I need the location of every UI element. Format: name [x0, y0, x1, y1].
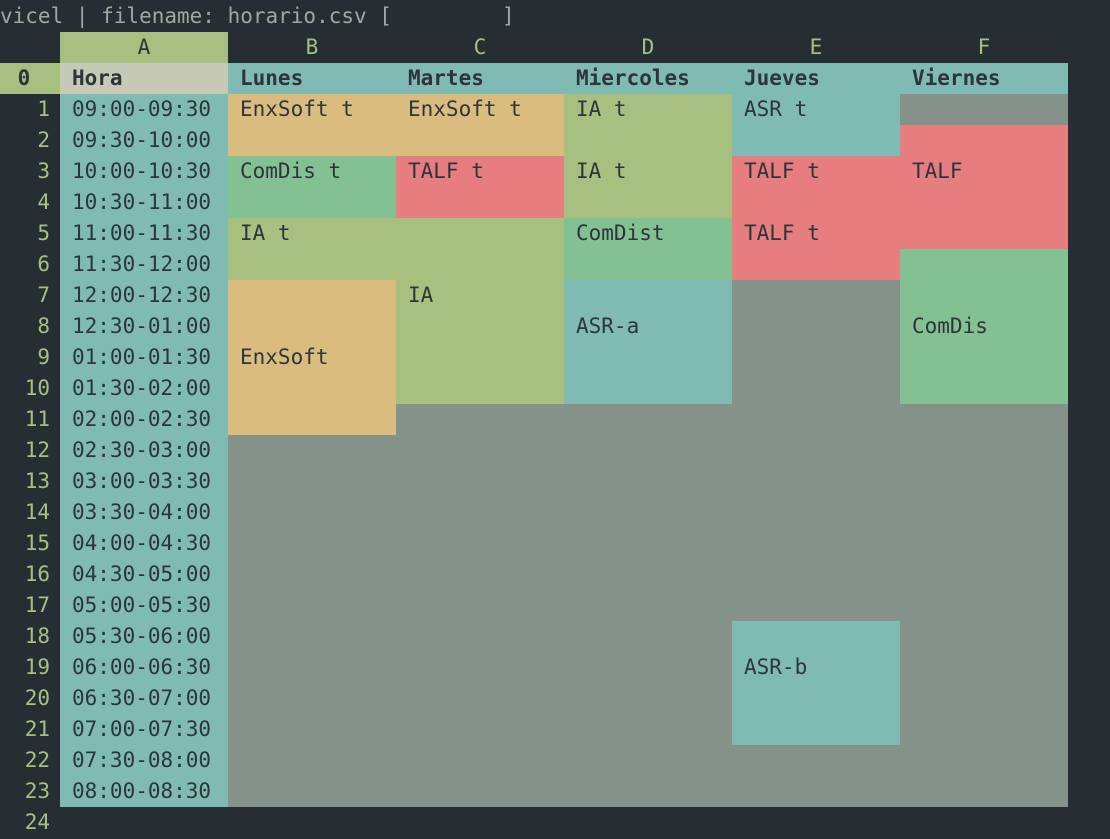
cell-c0[interactable]: Martes — [396, 63, 564, 94]
hour-cell[interactable]: 02:00-02:30 — [60, 404, 228, 435]
column-header-a[interactable]: A — [60, 32, 228, 63]
cell-d0[interactable]: Miercoles — [564, 63, 732, 94]
row-header-6[interactable]: 6 — [0, 249, 50, 280]
hour-cell[interactable]: 09:00-09:30 — [60, 94, 228, 125]
row-header-10[interactable]: 10 — [0, 373, 50, 404]
row-header-24[interactable]: 24 — [0, 807, 50, 838]
row-header-18[interactable]: 18 — [0, 621, 50, 652]
status-bar: vicel | filename: horario.csv [] — [0, 0, 515, 32]
hour-cell[interactable]: 01:30-02:00 — [60, 373, 228, 404]
cell-e19[interactable]: ASR-b — [732, 652, 900, 683]
row-header-5[interactable]: 5 — [0, 218, 50, 249]
hour-cell[interactable]: 11:30-12:00 — [60, 249, 228, 280]
cell-f0[interactable]: Viernes — [900, 63, 1068, 94]
row-header-11[interactable]: 11 — [0, 404, 50, 435]
cell-d3[interactable]: IA t — [564, 156, 732, 187]
cell-d5[interactable]: ComDist — [564, 218, 732, 249]
row-header-22[interactable]: 22 — [0, 745, 50, 776]
row-header-7[interactable]: 7 — [0, 280, 50, 311]
column-header-e[interactable]: E — [732, 32, 900, 63]
hour-cell[interactable]: 11:00-11:30 — [60, 218, 228, 249]
row-header-14[interactable]: 14 — [0, 497, 50, 528]
column-header-d[interactable]: D — [564, 32, 732, 63]
status-prefix: vicel | filename: horario.csv [ — [0, 4, 392, 28]
cell-a0-selected[interactable]: Hora — [60, 63, 228, 94]
hour-cell[interactable]: 05:30-06:00 — [60, 621, 228, 652]
cell-e0[interactable]: Jueves — [732, 63, 900, 94]
row-header-0[interactable]: 0 — [0, 63, 60, 94]
hour-cell[interactable]: 07:30-08:00 — [60, 745, 228, 776]
cell-d8[interactable]: ASR-a — [564, 311, 732, 342]
cell-b1[interactable]: EnxSoft t — [228, 94, 396, 125]
hour-cell[interactable]: 07:00-07:30 — [60, 714, 228, 745]
row-header-20[interactable]: 20 — [0, 683, 50, 714]
hour-cell[interactable]: 04:00-04:30 — [60, 528, 228, 559]
block-talf-fri[interactable] — [900, 125, 1068, 249]
cell-b0[interactable]: Lunes — [228, 63, 396, 94]
row-header-15[interactable]: 15 — [0, 528, 50, 559]
cell-e3[interactable]: TALF t — [732, 156, 900, 187]
column-header-b[interactable]: B — [228, 32, 396, 63]
row-header-12[interactable]: 12 — [0, 435, 50, 466]
column-header-c[interactable]: C — [396, 32, 564, 63]
hour-cell[interactable]: 01:00-01:30 — [60, 342, 228, 373]
cell-c3[interactable]: TALF t — [396, 156, 564, 187]
hour-cell[interactable]: 10:00-10:30 — [60, 156, 228, 187]
cell-d1[interactable]: IA t — [564, 94, 732, 125]
cell-f3[interactable]: TALF — [900, 156, 1068, 187]
cell-e1[interactable]: ASR t — [732, 94, 900, 125]
hour-cell[interactable]: 02:30-03:00 — [60, 435, 228, 466]
hour-cell[interactable]: 03:30-04:00 — [60, 497, 228, 528]
row-header-21[interactable]: 21 — [0, 714, 50, 745]
hour-cell[interactable]: 09:30-10:00 — [60, 125, 228, 156]
row-header-9[interactable]: 9 — [0, 342, 50, 373]
row-header-16[interactable]: 16 — [0, 559, 50, 590]
row-header-2[interactable]: 2 — [0, 125, 50, 156]
row-header-17[interactable]: 17 — [0, 590, 50, 621]
hour-cell[interactable]: 06:30-07:00 — [60, 683, 228, 714]
cell-c7[interactable]: IA — [396, 280, 564, 311]
row-header-1[interactable]: 1 — [0, 94, 50, 125]
row-header-23[interactable]: 23 — [0, 776, 50, 807]
row-header-8[interactable]: 8 — [0, 311, 50, 342]
cell-e5[interactable]: TALF t — [732, 218, 900, 249]
column-header-f[interactable]: F — [900, 32, 1068, 63]
hour-cell[interactable]: 12:30-01:00 — [60, 311, 228, 342]
row-header-19[interactable]: 19 — [0, 652, 50, 683]
hour-cell[interactable]: 12:00-12:30 — [60, 280, 228, 311]
hour-cell[interactable]: 04:30-05:00 — [60, 559, 228, 590]
block-asr-b-thu[interactable] — [732, 621, 900, 745]
cell-f8[interactable]: ComDis — [900, 311, 1068, 342]
row-header-13[interactable]: 13 — [0, 466, 50, 497]
hour-cell[interactable]: 03:00-03:30 — [60, 466, 228, 497]
hour-cell[interactable]: 08:00-08:30 — [60, 776, 228, 807]
cell-b3[interactable]: ComDis t — [228, 156, 396, 187]
hour-cell[interactable]: 10:30-11:00 — [60, 187, 228, 218]
hour-cell[interactable]: 05:00-05:30 — [60, 590, 228, 621]
row-header-4[interactable]: 4 — [0, 187, 50, 218]
cell-c1[interactable]: EnxSoft t — [396, 94, 564, 125]
row-header-3[interactable]: 3 — [0, 156, 50, 187]
cell-b9[interactable]: EnxSoft — [228, 342, 396, 373]
block-asr-a-wed[interactable] — [564, 280, 732, 404]
cell-b5[interactable]: IA t — [228, 218, 396, 249]
status-suffix: ] — [501, 4, 515, 28]
hour-cell[interactable]: 06:00-06:30 — [60, 652, 228, 683]
